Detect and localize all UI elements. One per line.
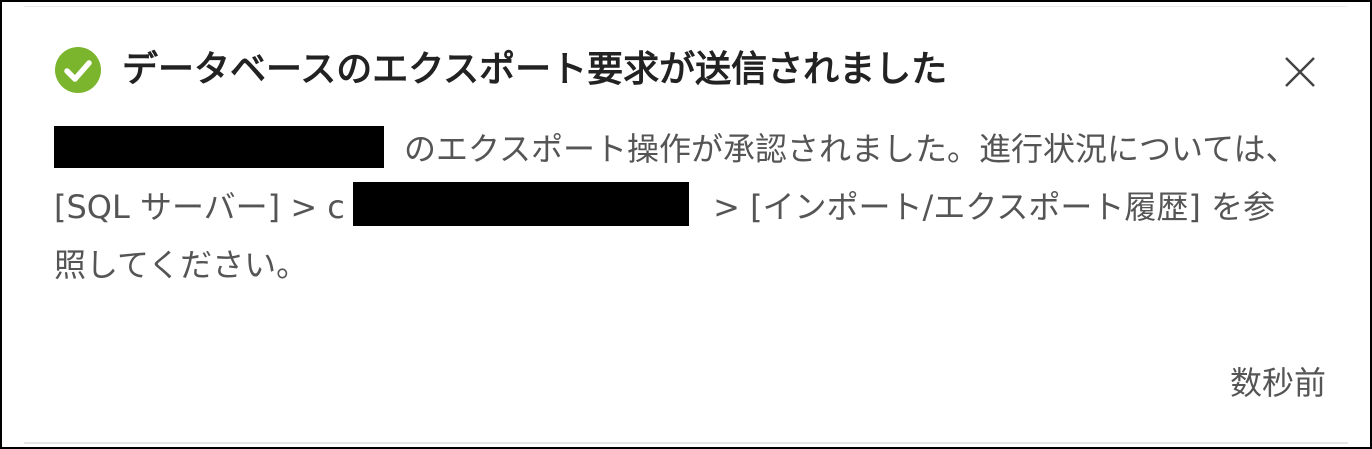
close-icon	[1285, 57, 1315, 87]
notification-title: データベースのエクスポート要求が送信されました	[122, 49, 948, 90]
message-line2-prefix: [SQL サーバー] > c	[54, 188, 345, 226]
redacted-server-name	[352, 182, 689, 226]
top-divider	[24, 6, 1348, 7]
notification-card: データベースのエクスポート要求が送信されました のエクスポート操作が承認されまし…	[0, 0, 1372, 449]
message-line3: 照してください。	[54, 246, 309, 284]
notification-message: のエクスポート操作が承認されました。進行状況については、 [SQL サーバー] …	[54, 120, 1314, 294]
redacted-database-name	[54, 126, 384, 168]
message-line2-suffix: > [インポート/エクスポート履歴] を参	[702, 188, 1276, 226]
close-button[interactable]	[1280, 52, 1320, 92]
notification-timestamp: 数秒前	[1229, 364, 1326, 402]
notification-header: データベースのエクスポート要求が送信されました	[54, 46, 947, 94]
message-line1: のエクスポート操作が承認されました。進行状況については、	[404, 130, 1298, 168]
bottom-divider	[24, 442, 1348, 444]
check-circle-icon	[55, 47, 101, 93]
